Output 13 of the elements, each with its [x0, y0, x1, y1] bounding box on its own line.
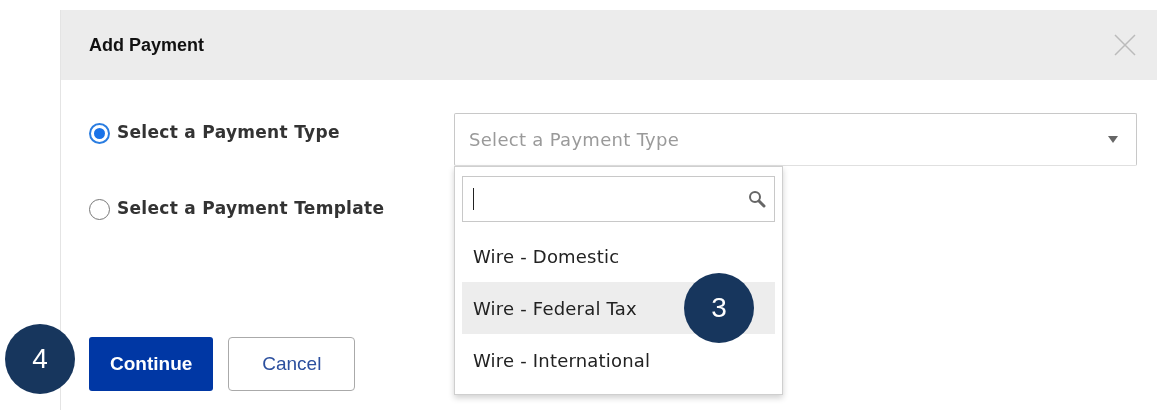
radio-button[interactable]	[89, 122, 110, 144]
cancel-button[interactable]: Cancel	[228, 337, 356, 391]
caret-icon	[1108, 136, 1118, 143]
search-field[interactable]	[462, 176, 775, 222]
text-cursor	[473, 188, 474, 210]
step-callout-tooltip: 3	[684, 273, 754, 343]
continue-button[interactable]: Continue	[89, 337, 214, 391]
step-callout-tooltip: 4	[5, 324, 75, 394]
search-icon	[748, 190, 766, 208]
radio-option[interactable]: Select a Payment Type	[89, 121, 340, 145]
dialog-title: Add Payment	[89, 33, 205, 57]
close-icon[interactable]	[1113, 33, 1137, 57]
radio-option[interactable]: Select a Payment Template	[89, 197, 385, 221]
